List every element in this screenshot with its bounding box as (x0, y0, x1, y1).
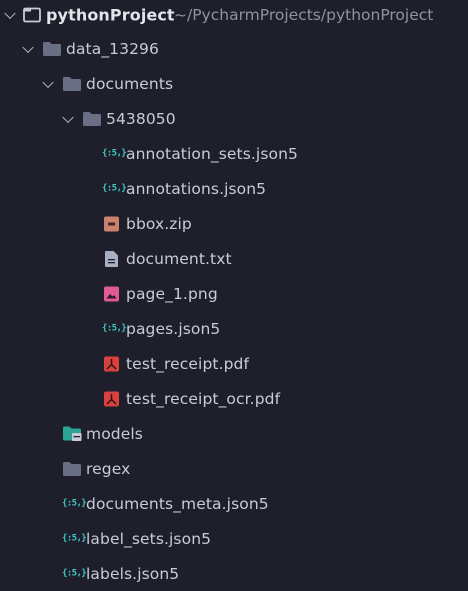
json5-file-icon: {:5,} (62, 533, 87, 543)
file-label: pages.json5 (126, 319, 221, 338)
tree-row-models-folder[interactable]: models (0, 416, 468, 451)
json5-file-icon: {:5,} (62, 568, 87, 578)
file-label: document.txt (126, 249, 232, 268)
file-label: bbox.zip (126, 214, 192, 233)
chevron-down-icon[interactable] (22, 41, 34, 53)
tree-row-file[interactable]: {:5,} annotation_sets.json5 (0, 136, 468, 171)
file-label: page_1.png (126, 284, 218, 303)
file-label: documents_meta.json5 (86, 494, 269, 513)
tree-row-file[interactable]: test_receipt_ocr.pdf (0, 381, 468, 416)
project-path: ~/PycharmProjects/pythonProject (174, 5, 434, 24)
tree-row-documents-folder[interactable]: documents (0, 66, 468, 101)
folder-icon (83, 111, 101, 126)
pdf-file-icon (104, 391, 119, 406)
tree-row-file[interactable]: document.txt (0, 241, 468, 276)
json5-file-icon: {:5,} (102, 148, 127, 158)
tree-row-file[interactable]: {:5,} label_sets.json5 (0, 521, 468, 556)
tree-row-project-root[interactable]: pythonProject ~/PycharmProjects/pythonPr… (0, 0, 468, 32)
chevron-down-icon[interactable] (62, 111, 74, 123)
module-folder-icon (63, 426, 82, 441)
file-label: annotation_sets.json5 (126, 144, 298, 163)
folder-label: documents (86, 74, 174, 93)
folder-label: regex (86, 459, 131, 478)
tree-row-file[interactable]: {:5,} pages.json5 (0, 311, 468, 346)
tree-row-regex-folder[interactable]: regex (0, 451, 468, 486)
project-tree: pythonProject ~/PycharmProjects/pythonPr… (0, 0, 468, 588)
tree-row-file[interactable]: test_receipt.pdf (0, 346, 468, 381)
folder-icon (43, 41, 61, 56)
folder-icon (63, 76, 81, 91)
folder-label: models (86, 424, 143, 443)
tree-row-file[interactable]: {:5,} annotations.json5 (0, 171, 468, 206)
file-label: annotations.json5 (126, 179, 267, 198)
text-file-icon (105, 250, 118, 267)
archive-icon (104, 216, 119, 231)
json5-file-icon: {:5,} (62, 498, 87, 508)
image-file-icon (104, 286, 119, 301)
file-label: labels.json5 (86, 564, 180, 583)
folder-label: data_13296 (66, 39, 159, 58)
tree-row-data-folder[interactable]: data_13296 (0, 31, 468, 66)
tree-row-file[interactable]: {:5,} labels.json5 (0, 556, 468, 591)
project-folder-icon (23, 7, 41, 23)
folder-label: 5438050 (106, 109, 176, 128)
pdf-file-icon (104, 356, 119, 371)
tree-row-file[interactable]: page_1.png (0, 276, 468, 311)
json5-file-icon: {:5,} (102, 323, 127, 333)
file-label: test_receipt.pdf (126, 354, 250, 373)
json5-file-icon: {:5,} (102, 183, 127, 193)
file-label: test_receipt_ocr.pdf (126, 389, 281, 408)
tree-row-file[interactable]: {:5,} documents_meta.json5 (0, 486, 468, 521)
chevron-down-icon[interactable] (42, 76, 54, 88)
tree-row-file[interactable]: bbox.zip (0, 206, 468, 241)
folder-icon (63, 461, 81, 476)
tree-row-document-id-folder[interactable]: 5438050 (0, 101, 468, 136)
chevron-down-icon[interactable] (4, 7, 16, 19)
file-label: label_sets.json5 (86, 529, 212, 548)
project-name: pythonProject (46, 5, 175, 24)
